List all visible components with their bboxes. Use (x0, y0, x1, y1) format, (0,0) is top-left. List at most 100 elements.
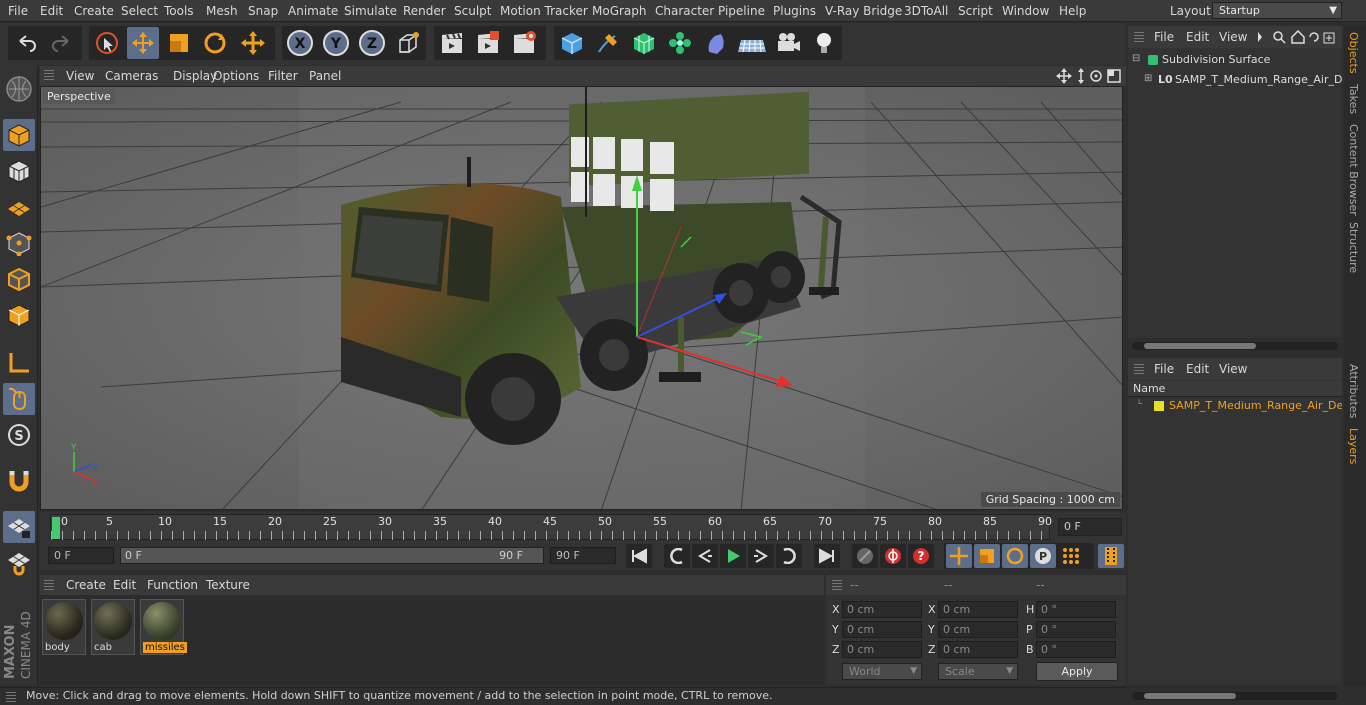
drag-handle-icon[interactable] (832, 580, 842, 590)
next-key-button[interactable] (776, 544, 802, 568)
menu-pipeline[interactable]: Pipeline (718, 4, 765, 18)
go-to-end-button[interactable] (814, 544, 840, 568)
tree-expand-icon[interactable]: ⊞ (1144, 73, 1152, 84)
layer-menu-view[interactable]: View (1219, 362, 1247, 376)
tab-objects[interactable]: Objects (1347, 32, 1360, 74)
play-button[interactable] (720, 544, 746, 568)
previous-frame-button[interactable] (692, 544, 718, 568)
key-position-button[interactable] (946, 544, 972, 568)
layer-menu-edit[interactable]: Edit (1186, 362, 1209, 376)
next-frame-button[interactable] (748, 544, 774, 568)
viewport-perspective[interactable]: Y Z X Perspective Grid Spacing : 1000 cm (40, 86, 1123, 510)
start-frame-field[interactable]: 0 F (48, 547, 114, 564)
z-axis-button[interactable]: Z (356, 27, 388, 59)
menu-script[interactable]: Script (958, 4, 993, 18)
redo-button[interactable] (46, 27, 78, 59)
coordinate-system-button[interactable] (392, 27, 424, 59)
cube-button[interactable] (556, 27, 588, 59)
layer-menu-file[interactable]: File (1154, 362, 1174, 376)
y-axis-button[interactable]: Y (320, 27, 352, 59)
menu-edit[interactable]: Edit (40, 4, 63, 18)
position-z-field[interactable]: 0 cm (842, 641, 922, 658)
tab-attributes[interactable]: Attributes (1347, 364, 1360, 418)
edges-mode-button[interactable] (3, 263, 35, 295)
model-mode-button[interactable] (3, 119, 35, 151)
menu-animate[interactable]: Animate (288, 4, 338, 18)
polygons-mode-button[interactable] (3, 299, 35, 331)
menu-mesh[interactable]: Mesh (206, 4, 238, 18)
material-cab[interactable]: cab (91, 599, 135, 655)
rotation-b-field[interactable]: 0 ° (1036, 641, 1116, 658)
search-icon[interactable] (1273, 31, 1286, 44)
solo-button[interactable]: S (3, 419, 35, 451)
position-y-field[interactable]: 0 cm (842, 621, 922, 638)
layer-color-swatch[interactable] (1154, 401, 1164, 411)
menu-window[interactable]: Window (1002, 4, 1049, 18)
tab-content-browser[interactable]: Content Browser (1347, 124, 1360, 216)
subdivision-surface-button[interactable] (628, 27, 660, 59)
timeline-ruler[interactable]: 0 5 10 15 20 25 30 35 40 45 50 55 60 65 … (50, 514, 1052, 540)
size-mode-select[interactable]: Scale ▼ (938, 663, 1018, 680)
render-view-button[interactable] (436, 27, 468, 59)
new-window-icon[interactable] (1323, 32, 1335, 44)
object-row-subdivision[interactable]: ⊟ Subdivision Surface (1132, 53, 1342, 69)
render-settings-button[interactable] (508, 27, 540, 59)
previous-key-button[interactable] (664, 544, 690, 568)
workplane-lock-button[interactable] (3, 511, 35, 543)
rotation-p-field[interactable]: 0 ° (1036, 621, 1116, 638)
size-z-field[interactable]: 0 cm (938, 641, 1018, 658)
range-slider[interactable]: 0 F 90 F (120, 547, 544, 564)
cloner-button[interactable] (664, 27, 696, 59)
size-y-field[interactable]: 0 cm (938, 621, 1018, 638)
menu-mograph[interactable]: MoGraph (592, 4, 647, 18)
more-arrow-icon[interactable] (1258, 32, 1262, 42)
key-pla-button[interactable] (1058, 544, 1084, 568)
texture-mode-button[interactable] (3, 155, 35, 187)
material-missiles[interactable]: missiles (140, 599, 187, 655)
transform-button[interactable] (237, 27, 269, 59)
menu-tools[interactable]: Tools (164, 4, 194, 18)
drag-handle-icon[interactable] (1134, 364, 1144, 374)
scale-button[interactable] (163, 27, 195, 59)
keyframe-selection-button[interactable]: ? (908, 544, 934, 568)
menu-simulate[interactable]: Simulate (344, 4, 397, 18)
menu-file[interactable]: File (8, 4, 28, 18)
menu-render[interactable]: Render (403, 4, 446, 18)
camera-label[interactable]: Perspective (43, 89, 115, 104)
object-row-samp[interactable]: ⊞ L0 SAMP_T_Medium_Range_Air_Def (1144, 73, 1342, 89)
menu-help[interactable]: Help (1059, 4, 1086, 18)
menu-plugins[interactable]: Plugins (773, 4, 816, 18)
timeline-window-button[interactable] (1098, 544, 1124, 568)
layout-select[interactable]: Startup ▼ (1212, 2, 1342, 19)
render-to-picture-viewer-button[interactable] (472, 27, 504, 59)
mat-menu-texture[interactable]: Texture (206, 578, 250, 592)
obj-menu-edit[interactable]: Edit (1186, 30, 1209, 44)
vp-menu-cameras[interactable]: Cameras (105, 69, 158, 83)
mat-menu-function[interactable]: Function (147, 578, 198, 592)
snap-button[interactable] (3, 465, 35, 497)
menu-select[interactable]: Select (121, 4, 158, 18)
axis-mode-button[interactable] (3, 347, 35, 379)
drag-handle-icon[interactable] (1134, 32, 1144, 42)
orbit-icon[interactable] (1090, 70, 1102, 82)
menu-vray-bridge[interactable]: V-Ray Bridge (825, 4, 902, 18)
key-parameter-button[interactable]: P (1030, 544, 1056, 568)
autokey-button[interactable] (880, 544, 906, 568)
drag-handle-icon[interactable] (44, 580, 54, 590)
link-icon[interactable] (1309, 32, 1319, 42)
apply-button[interactable]: Apply (1036, 662, 1118, 681)
object-hscroll[interactable] (1132, 342, 1338, 350)
menu-motion-tracker[interactable]: Motion Tracker (500, 4, 588, 18)
rotation-h-field[interactable]: 0 ° (1036, 601, 1116, 618)
home-icon[interactable] (1291, 30, 1305, 44)
tweak-mode-button[interactable] (3, 383, 35, 415)
coordinate-mode-select[interactable]: World ▼ (842, 663, 922, 680)
obj-menu-view[interactable]: View (1219, 30, 1247, 44)
material-body[interactable]: body (42, 599, 86, 655)
menu-character[interactable]: Character (655, 4, 714, 18)
live-select-button[interactable] (91, 27, 123, 59)
tree-collapse-icon[interactable]: ⊟ (1132, 53, 1140, 64)
menu-sculpt[interactable]: Sculpt (454, 4, 491, 18)
drag-handle-icon[interactable] (6, 692, 16, 702)
vp-menu-filter[interactable]: Filter (268, 69, 298, 83)
